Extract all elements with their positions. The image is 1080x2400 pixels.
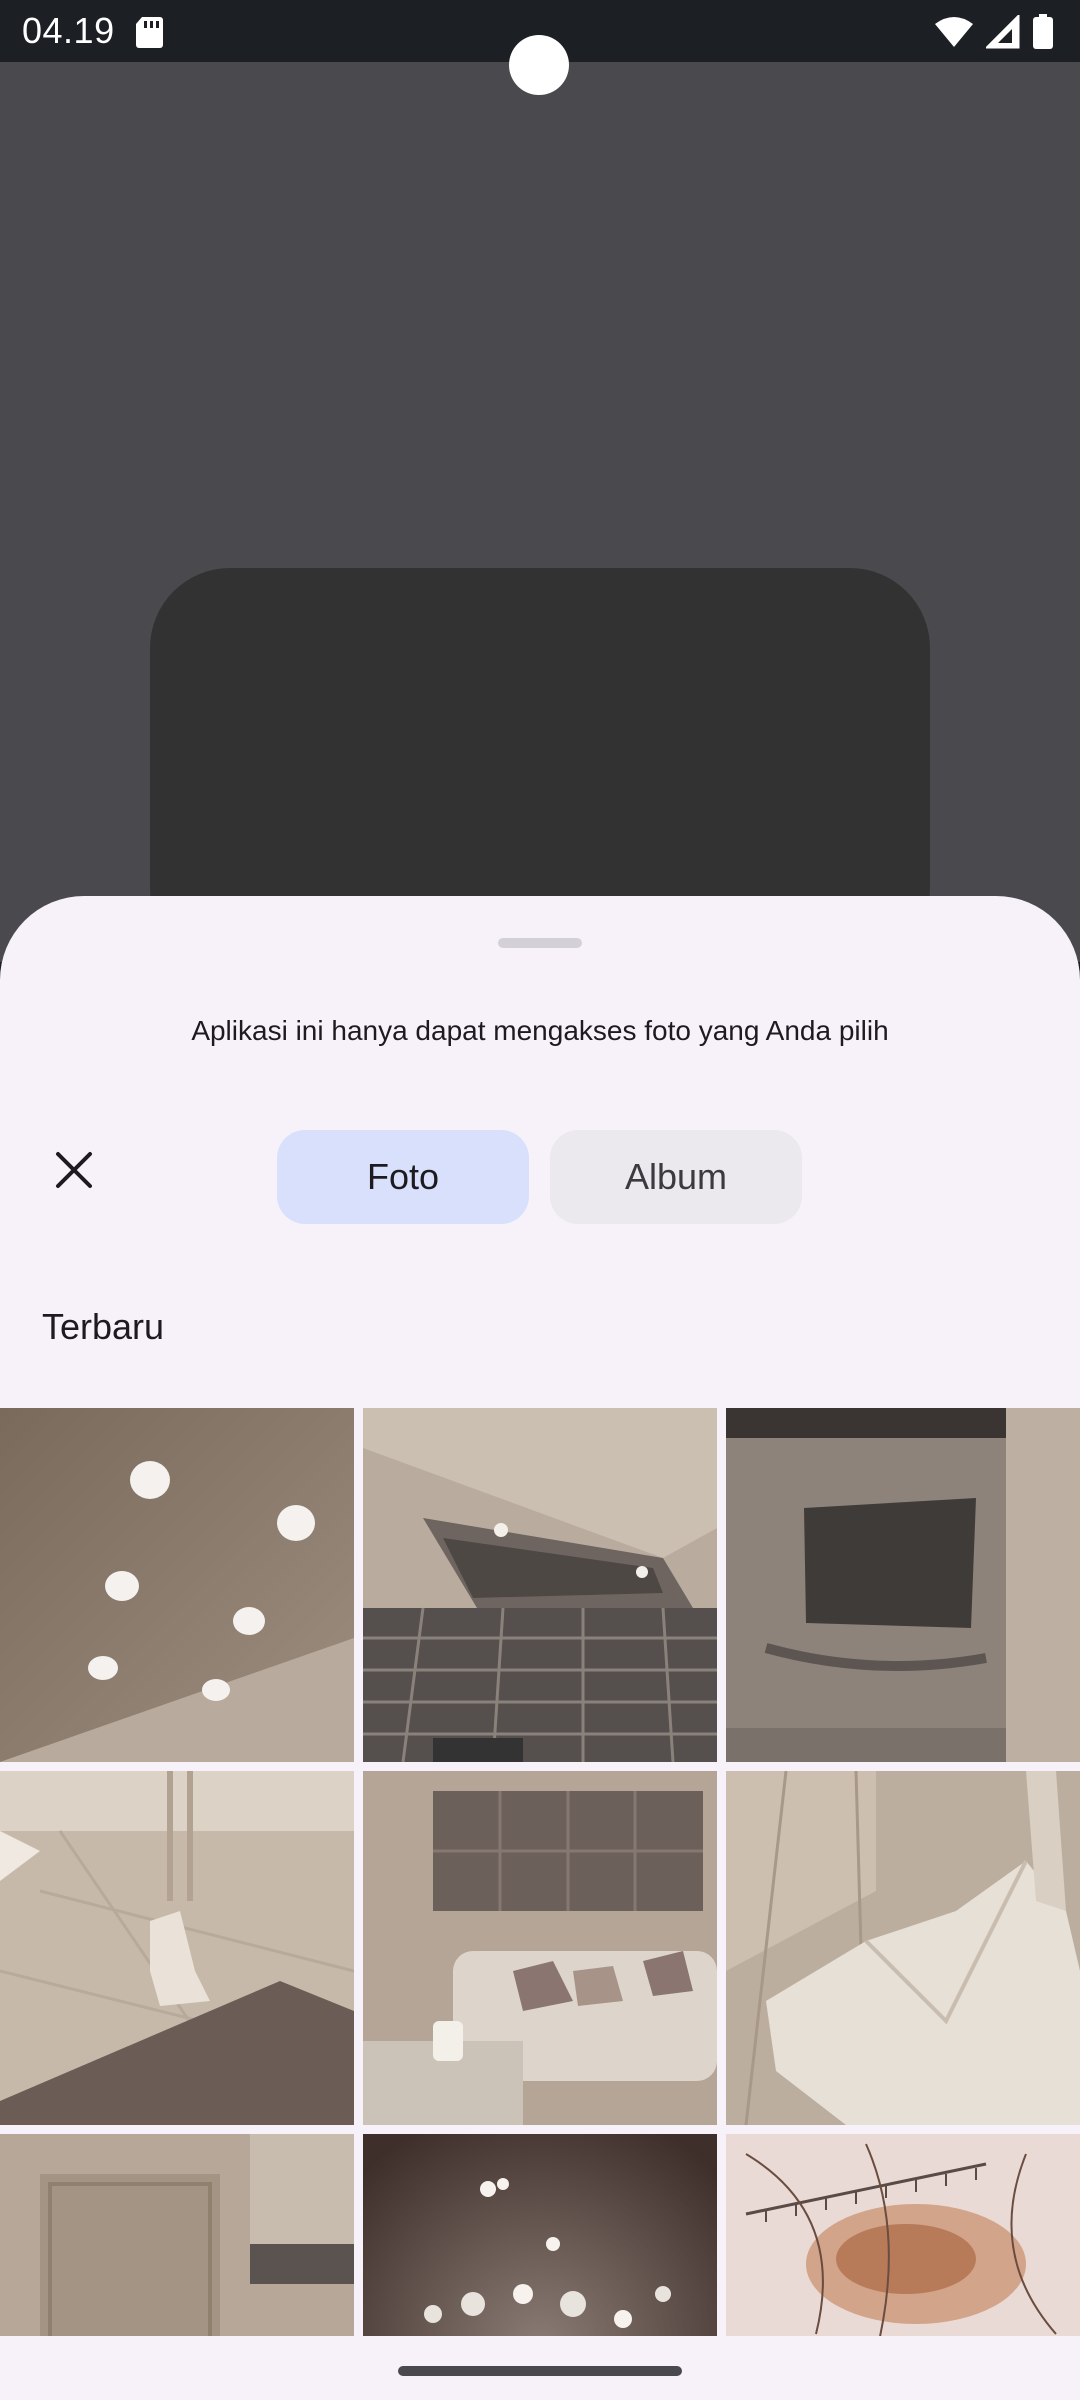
- oven-image: [726, 1408, 1080, 1762]
- status-icons: [934, 12, 1054, 52]
- lowpoly-dog-image: [726, 1771, 1080, 2125]
- photo-thumbnail[interactable]: [726, 1771, 1080, 2125]
- photo-thumbnail[interactable]: [726, 1408, 1080, 1762]
- tab-foto-label: Foto: [366, 1156, 440, 1197]
- close-button[interactable]: [44, 1140, 104, 1200]
- kitchen-hood-image: [363, 1408, 717, 1762]
- photo-thumbnail[interactable]: [0, 1408, 354, 1762]
- signal-icon: [986, 15, 1020, 49]
- wifi-icon: [935, 17, 973, 47]
- sofa-image: [363, 1771, 717, 2125]
- sd-card-icon: [136, 17, 163, 48]
- photo-thumbnail[interactable]: [363, 1408, 717, 1762]
- section-title: Terbaru: [42, 1306, 165, 1347]
- room-cat-image: [0, 1771, 354, 2125]
- tab-album-label: Album: [624, 1156, 728, 1197]
- home-gesture-handle[interactable]: [398, 2366, 682, 2376]
- photo-thumbnail[interactable]: [363, 1771, 717, 2125]
- status-time: 04.19: [22, 10, 115, 51]
- battery-icon: [1033, 14, 1053, 49]
- photo-picker-sheet: Aplikasi ini hanya dapat mengakses foto …: [0, 896, 1080, 2400]
- tab-album[interactable]: Album: [550, 1130, 802, 1224]
- camera-cutout: [509, 35, 569, 95]
- ceiling-lights-image: [0, 1408, 354, 1762]
- photo-thumbnail[interactable]: [0, 1771, 354, 2125]
- close-icon: [56, 1152, 92, 1188]
- access-message: Aplikasi ini hanya dapat mengakses foto …: [191, 1015, 889, 1046]
- drag-handle[interactable]: [498, 938, 582, 948]
- tab-foto[interactable]: Foto: [277, 1130, 529, 1224]
- navigation-bar: [0, 2336, 1080, 2400]
